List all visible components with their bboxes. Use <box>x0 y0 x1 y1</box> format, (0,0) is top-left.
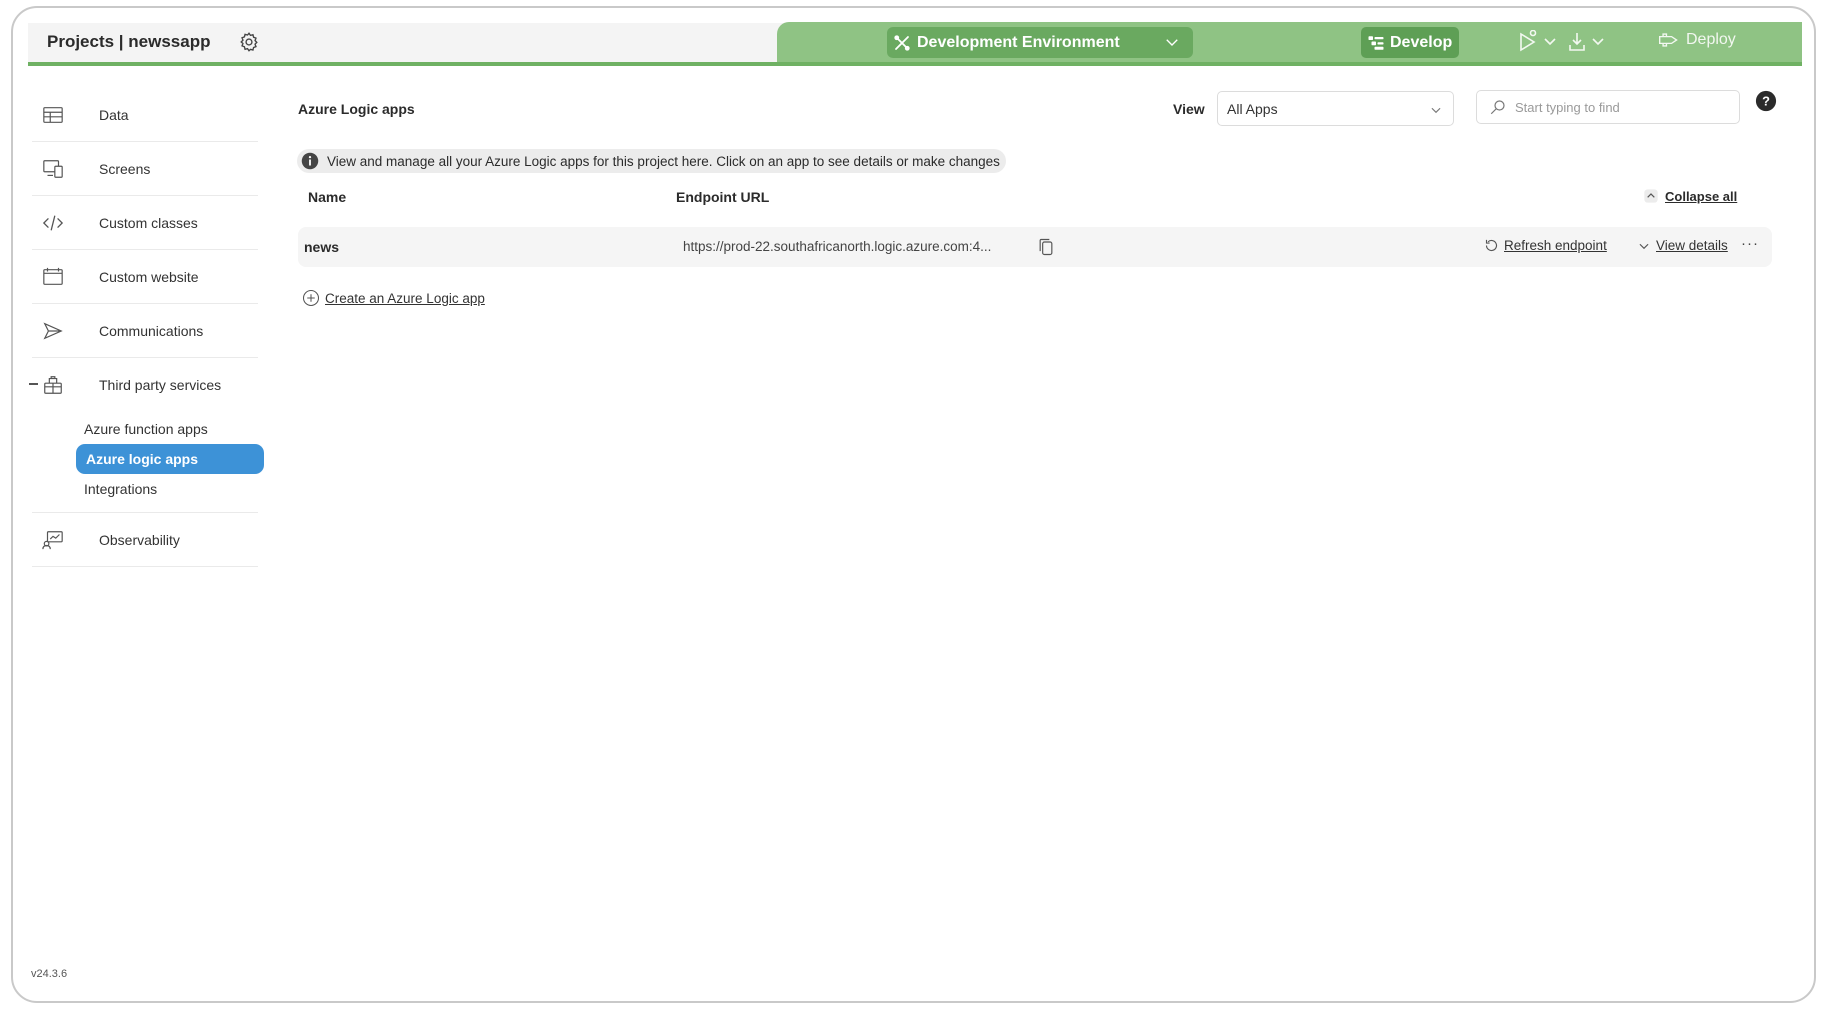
search-icon <box>1490 100 1505 115</box>
sidebar: Data Screens Custom classes Custom websi… <box>16 88 264 567</box>
view-select-value: All Apps <box>1227 101 1278 117</box>
sidebar-item-custom-website[interactable]: Custom website <box>32 250 258 304</box>
project-title[interactable]: Projects | newssapp <box>47 32 210 52</box>
sidebar-item-observability[interactable]: Observability <box>32 513 258 567</box>
table-icon <box>43 106 63 123</box>
sidebar-item-screens[interactable]: Screens <box>32 142 258 196</box>
environment-bar: Development Environment Develop Deploy <box>777 22 1802 62</box>
page-title: Azure Logic apps <box>298 101 415 117</box>
search-input[interactable] <box>1515 99 1735 115</box>
svg-text:?: ? <box>1762 94 1770 109</box>
third-party-sub-list: Azure function apps Azure logic apps Int… <box>32 412 264 513</box>
view-select[interactable]: All Apps <box>1217 91 1454 126</box>
top-bar: Projects | newssapp Development Environm… <box>28 22 1802 66</box>
deploy-icon <box>1659 33 1678 47</box>
sidebar-item-custom-classes[interactable]: Custom classes <box>32 196 258 250</box>
gift-icon <box>44 376 62 394</box>
sidebar-item-label: Observability <box>99 531 180 548</box>
sidebar-item-label: Communications <box>99 322 204 339</box>
plus-circle-icon <box>302 289 320 307</box>
develop-button[interactable]: Develop <box>1361 27 1459 58</box>
refresh-endpoint-button[interactable]: Refresh endpoint <box>1484 238 1607 253</box>
chevron-down-icon <box>1639 243 1649 249</box>
sidebar-subitem-azure-function-apps[interactable]: Azure function apps <box>32 414 258 444</box>
view-details-button[interactable]: View details <box>1637 238 1728 253</box>
create-azure-logic-app-button[interactable]: Create an Azure Logic app <box>302 289 485 307</box>
tools-icon <box>894 34 910 51</box>
info-banner: View and manage all your Azure Logic app… <box>297 149 1006 173</box>
info-icon <box>301 152 319 170</box>
sidebar-subitem-integrations[interactable]: Integrations <box>32 474 258 504</box>
more-options-icon[interactable]: ··· <box>1741 235 1759 252</box>
deploy-label: Deploy <box>1686 31 1736 48</box>
help-icon[interactable]: ? <box>1755 90 1777 112</box>
sidebar-item-communications[interactable]: Communications <box>32 304 258 358</box>
monitor-chart-icon <box>42 530 63 549</box>
develop-icon <box>1368 35 1384 50</box>
sidebar-item-label: Custom website <box>99 268 199 285</box>
view-details-label: View details <box>1656 238 1728 253</box>
collapse-all-button[interactable]: Collapse all <box>1643 188 1737 204</box>
sidebar-item-third-party-services[interactable]: Third party services <box>29 358 258 412</box>
chevron-up-icon <box>1644 189 1658 203</box>
download-icon[interactable] <box>1567 30 1607 54</box>
send-icon <box>43 321 63 340</box>
collapse-minus-icon[interactable] <box>29 383 38 385</box>
app-name: news <box>304 239 340 255</box>
copy-icon[interactable] <box>1036 237 1056 257</box>
refresh-endpoint-label: Refresh endpoint <box>1504 238 1607 253</box>
sidebar-subitem-azure-logic-apps[interactable]: Azure logic apps <box>76 444 264 474</box>
chevron-down-icon <box>1166 39 1178 46</box>
table-row[interactable]: news https://prod-22.southafricanorth.lo… <box>298 227 1772 267</box>
sidebar-item-data[interactable]: Data <box>32 88 258 142</box>
view-label: View <box>1173 101 1205 117</box>
create-link-label: Create an Azure Logic app <box>325 290 485 306</box>
sidebar-item-label: Screens <box>99 160 151 177</box>
info-text: View and manage all your Azure Logic app… <box>327 153 1000 169</box>
version-label: v24.3.6 <box>31 968 68 980</box>
gear-icon[interactable] <box>238 31 260 53</box>
sidebar-item-label: Data <box>99 106 129 123</box>
collapse-all-label: Collapse all <box>1665 188 1738 204</box>
search-box[interactable] <box>1476 90 1740 124</box>
environment-label: Development Environment <box>917 33 1120 51</box>
environment-select[interactable]: Development Environment <box>887 27 1193 58</box>
browser-window-icon <box>43 267 63 285</box>
chevron-down-icon <box>1431 107 1441 114</box>
develop-label: Develop <box>1390 33 1453 51</box>
sidebar-item-label: Custom classes <box>99 214 198 231</box>
code-icon <box>42 215 64 230</box>
screens-icon <box>43 159 63 178</box>
sidebar-item-label: Third party services <box>99 377 222 393</box>
refresh-icon <box>1485 239 1498 252</box>
column-header-endpoint[interactable]: Endpoint URL <box>676 189 769 205</box>
deploy-button[interactable]: Deploy <box>1658 31 1736 49</box>
app-endpoint-url: https://prod-22.southafricanorth.logic.a… <box>683 239 992 254</box>
column-header-name[interactable]: Name <box>308 189 346 205</box>
run-icon[interactable] <box>1517 30 1557 54</box>
